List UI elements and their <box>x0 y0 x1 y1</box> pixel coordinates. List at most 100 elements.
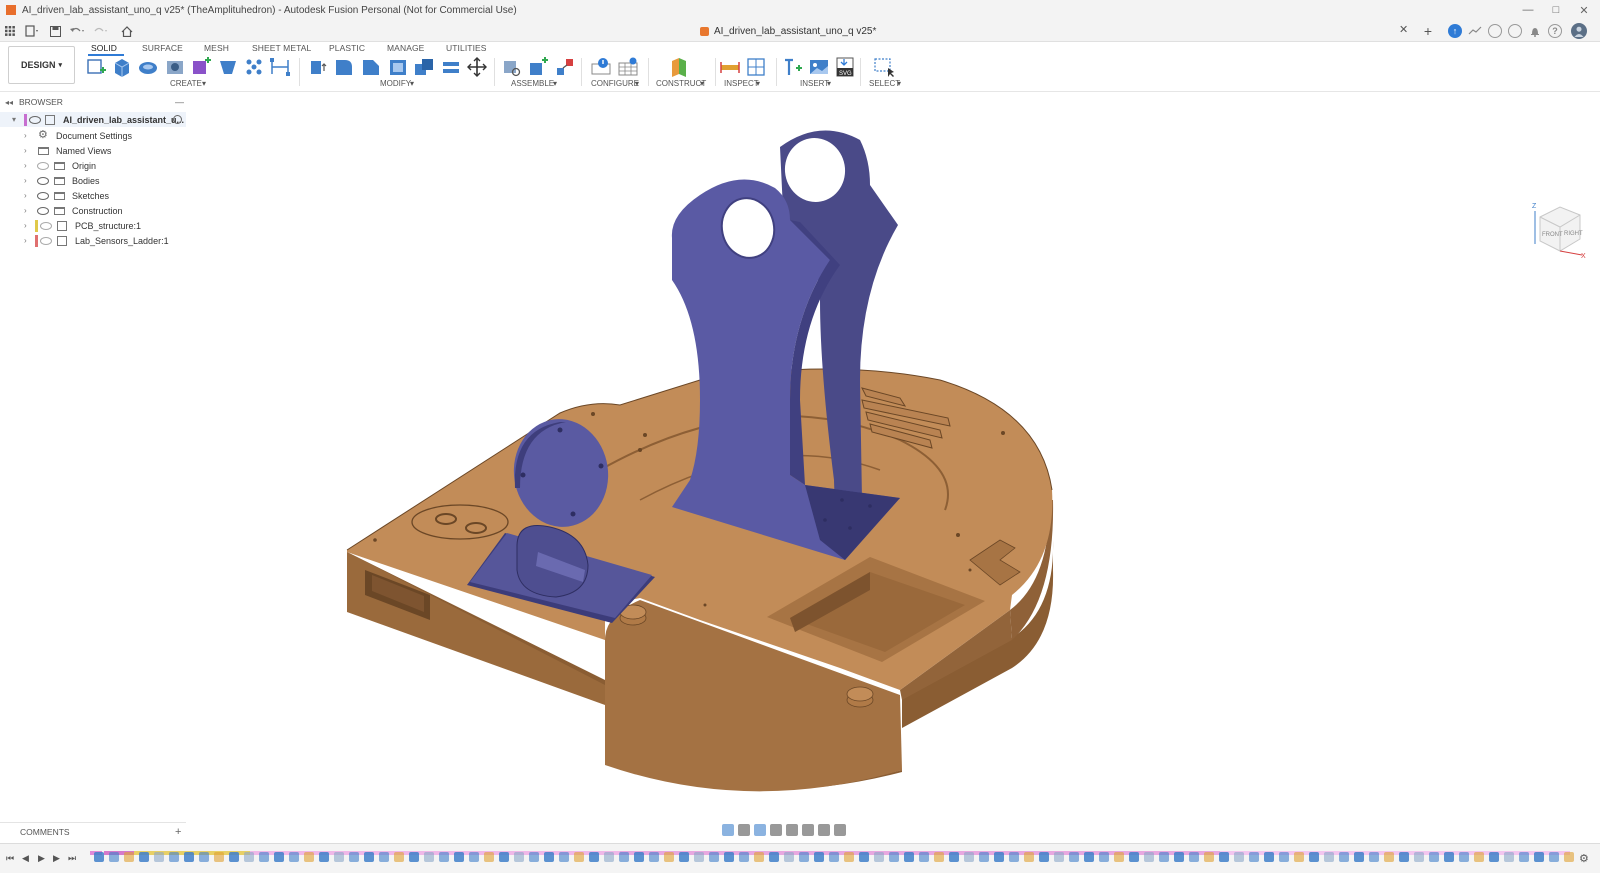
sync-icon[interactable] <box>1488 24 1502 38</box>
notifications-bell-icon[interactable] <box>1528 24 1542 38</box>
new-tab-button[interactable]: + <box>1420 23 1436 39</box>
timeline-feature-icon[interactable] <box>109 852 119 862</box>
visibility-eye-off-icon[interactable] <box>37 161 49 170</box>
timeline-feature-icon[interactable] <box>1459 852 1469 862</box>
chevron-right-icon[interactable]: › <box>24 176 27 185</box>
timeline-feature-icon[interactable] <box>1219 852 1229 862</box>
insert-svg-tool[interactable]: SVG <box>834 56 856 78</box>
minimize-button[interactable]: — <box>1514 0 1542 20</box>
chevron-right-icon[interactable]: › <box>24 161 27 170</box>
timeline-feature-icon[interactable] <box>169 852 179 862</box>
timeline-feature-icon[interactable] <box>619 852 629 862</box>
undo-icon[interactable] <box>69 23 85 39</box>
timeline-feature-icon[interactable] <box>304 852 314 862</box>
timeline-feature-icon[interactable] <box>844 852 854 862</box>
new-component-tool[interactable] <box>190 56 212 78</box>
timeline-feature-icon[interactable] <box>1279 852 1289 862</box>
timeline-feature-icon[interactable] <box>1429 852 1439 862</box>
timeline-play-icon[interactable]: ▶ <box>38 853 45 864</box>
timeline-feature-icon[interactable] <box>1354 852 1364 862</box>
as-built-joint-tool[interactable] <box>554 56 576 78</box>
chevron-right-icon[interactable]: › <box>24 146 27 155</box>
new-component-assemble-tool[interactable] <box>501 56 523 78</box>
orbit-icon[interactable] <box>722 824 734 836</box>
timeline-feature-icon[interactable] <box>1039 852 1049 862</box>
timeline-feature-icon[interactable] <box>1099 852 1109 862</box>
hole-tool[interactable] <box>164 56 186 78</box>
online-status-icon[interactable] <box>1508 24 1522 38</box>
timeline-feature-icon[interactable] <box>214 852 224 862</box>
press-pull-tool[interactable] <box>307 56 329 78</box>
split-body-tool[interactable] <box>440 56 462 78</box>
select-group-label[interactable]: SELECT <box>869 79 900 88</box>
timeline-feature-icon[interactable] <box>1369 852 1379 862</box>
timeline-feature-icon[interactable] <box>1519 852 1529 862</box>
timeline-feature-icon[interactable] <box>454 852 464 862</box>
offset-plane-tool[interactable] <box>668 56 690 78</box>
chevron-right-icon[interactable]: › <box>24 221 27 230</box>
visibility-eye-icon[interactable] <box>37 191 49 200</box>
insert-canvas-tool[interactable] <box>808 56 830 78</box>
modify-group-label[interactable]: MODIFY <box>380 79 411 88</box>
timeline-feature-icon[interactable] <box>1249 852 1259 862</box>
visibility-eye-icon[interactable] <box>29 115 41 124</box>
timeline-feature-icon[interactable] <box>979 852 989 862</box>
timeline-feature-icon[interactable] <box>739 852 749 862</box>
create-sketch-tool[interactable] <box>85 56 107 78</box>
timeline-feature-icon[interactable] <box>649 852 659 862</box>
timeline-feature-icon[interactable] <box>259 852 269 862</box>
timeline-feature-icon[interactable] <box>1564 852 1574 862</box>
timeline-feature-icon[interactable] <box>964 852 974 862</box>
timeline-feature-icon[interactable] <box>799 852 809 862</box>
timeline-feature-icon[interactable] <box>364 852 374 862</box>
visibility-eye-icon[interactable] <box>37 206 49 215</box>
joint-tool[interactable] <box>527 56 549 78</box>
timeline-feature-icon[interactable] <box>199 852 209 862</box>
timeline-feature-icon[interactable] <box>394 852 404 862</box>
timeline-feature-icon[interactable] <box>439 852 449 862</box>
timeline-feature-icon[interactable] <box>1324 852 1334 862</box>
3d-viewport[interactable]: FRONT RIGHT Z X <box>0 92 1600 822</box>
assemble-group-label[interactable]: ASSEMBLE <box>511 79 554 88</box>
timeline-feature-icon[interactable] <box>1024 852 1034 862</box>
timeline-feature-icon[interactable] <box>1384 852 1394 862</box>
timeline-feature-icon[interactable] <box>1234 852 1244 862</box>
timeline-feature-icon[interactable] <box>229 852 239 862</box>
close-window-button[interactable]: ✕ <box>1570 0 1598 20</box>
timeline-feature-icon[interactable] <box>589 852 599 862</box>
timeline-feature-icon[interactable] <box>1339 852 1349 862</box>
timeline-feature-icon[interactable] <box>424 852 434 862</box>
job-status-icon[interactable] <box>1468 24 1482 38</box>
help-icon[interactable]: ? <box>1548 24 1562 38</box>
timeline-first-icon[interactable]: ⏮ <box>6 853 14 864</box>
timeline-feature-icon[interactable] <box>1399 852 1409 862</box>
configuration-table-tool[interactable] <box>617 56 639 78</box>
visibility-eye-off-icon[interactable] <box>40 221 52 230</box>
display-settings-icon[interactable] <box>802 824 814 836</box>
section-analysis-tool[interactable] <box>745 56 767 78</box>
home-icon[interactable] <box>119 23 135 39</box>
timeline-feature-icon[interactable] <box>1204 852 1214 862</box>
timeline-feature-icon[interactable] <box>1549 852 1559 862</box>
insert-group-label[interactable]: INSERT <box>800 79 829 88</box>
close-tab-button[interactable]: ✕ <box>1399 23 1408 36</box>
timeline-feature-icon[interactable] <box>184 852 194 862</box>
timeline-feature-icon[interactable] <box>139 852 149 862</box>
viewports-icon[interactable] <box>834 824 846 836</box>
timeline-feature-icon[interactable] <box>514 852 524 862</box>
timeline-feature-icon[interactable] <box>1069 852 1079 862</box>
timeline-next-icon[interactable]: ▶ <box>53 853 60 864</box>
timeline-feature-icon[interactable] <box>904 852 914 862</box>
extensions-icon[interactable]: ↑ <box>1448 24 1462 38</box>
chevron-right-icon[interactable]: › <box>24 131 27 140</box>
timeline-feature-icon[interactable] <box>1189 852 1199 862</box>
timeline-feature-icon[interactable] <box>604 852 614 862</box>
timeline-feature-icon[interactable] <box>124 852 134 862</box>
timeline-feature-icon[interactable] <box>529 852 539 862</box>
timeline-feature-icon[interactable] <box>1534 852 1544 862</box>
collapse-panel-icon[interactable]: ◂◂ <box>5 98 13 107</box>
timeline-feature-icon[interactable] <box>409 852 419 862</box>
shell-tool[interactable] <box>387 56 409 78</box>
visibility-eye-off-icon[interactable] <box>40 236 52 245</box>
extrude-tool[interactable] <box>110 56 132 78</box>
